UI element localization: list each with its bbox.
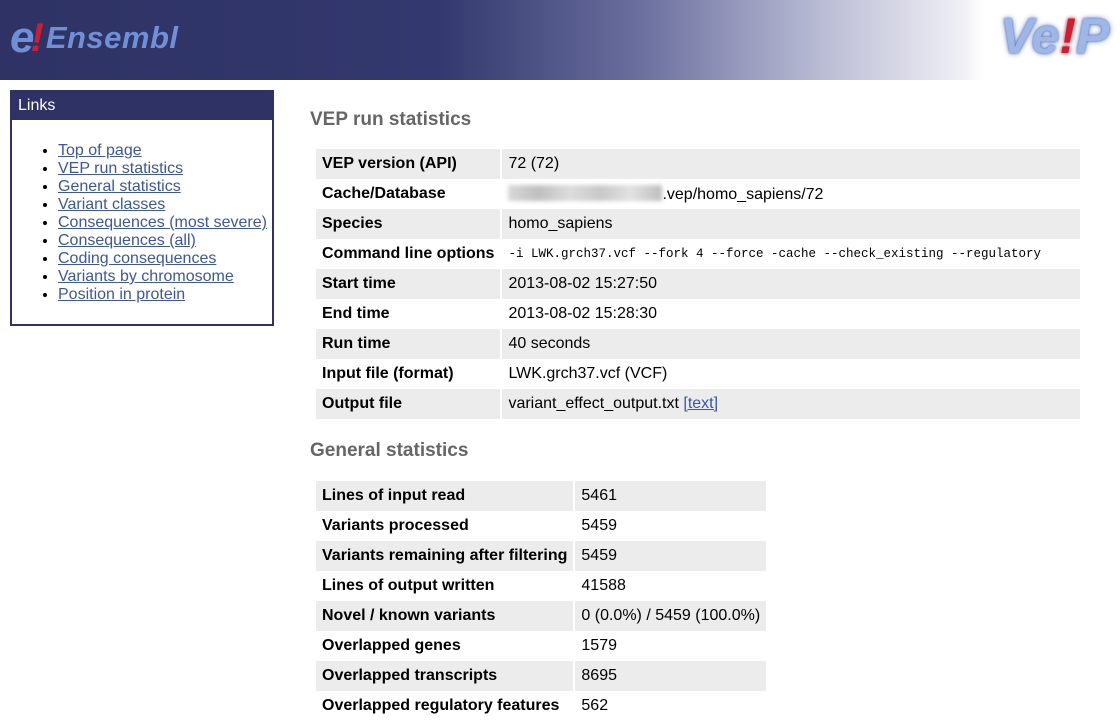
table-row: Overlapped transcripts 8695 [316, 661, 767, 691]
link-top-of-page[interactable]: Top of page [58, 142, 142, 159]
table-row: Variants remaining after filtering 5459 [316, 541, 767, 571]
link-vep-run-statistics[interactable]: VEP run statistics [58, 160, 183, 177]
link-consequences-all[interactable]: Consequences (all) [58, 232, 196, 249]
general-statistics-table: Lines of input read 5461 Variants proces… [316, 481, 767, 721]
row-key: Variants processed [316, 511, 576, 541]
row-key: Novel / known variants [316, 601, 576, 631]
row-value: 2013-08-02 15:27:50 [502, 269, 1080, 299]
table-row: Input file (format) LWK.grch37.vcf (VCF) [316, 359, 1080, 389]
row-key: Start time [316, 269, 503, 299]
row-key: Output file [316, 389, 503, 419]
logo-wordmark: Ensembl [45, 20, 179, 55]
vep-logo-prefix: Ve [1000, 8, 1060, 64]
row-value: 2013-08-02 15:28:30 [508, 305, 658, 322]
row-key: Overlapped genes [316, 631, 576, 661]
redacted-path [508, 184, 663, 201]
link-consequences-most-severe[interactable]: Consequences (most severe) [58, 214, 267, 231]
vep-logo: Ve!P [1000, 6, 1109, 68]
link-position-in-protein[interactable]: Position in protein [58, 286, 185, 303]
row-key: Species [316, 209, 503, 239]
row-key: Overlapped regulatory features [316, 691, 576, 721]
row-key: End time [316, 299, 503, 329]
table-row: VEP version (API) 72 (72) [316, 149, 1080, 179]
list-item: Coding consequences [58, 250, 272, 268]
row-value: 5461 [575, 481, 767, 511]
table-row: End time 2013-08-02 15:28:30 [316, 299, 1080, 329]
table-row: Lines of output written 41588 [316, 571, 766, 601]
row-value: -i LWK.grch37.vcf --fork 4 --force -cach… [508, 247, 1042, 261]
output-text-link[interactable]: [text] [683, 395, 718, 412]
row-value: 5459 [575, 541, 767, 571]
table-row: Variants processed 5459 [316, 511, 766, 541]
link-variants-by-chromosome[interactable]: Variants by chromosome [58, 268, 234, 285]
table-row: Start time 2013-08-02 15:27:50 [316, 269, 1080, 299]
row-value: 1579 [581, 637, 617, 654]
row-value: LWK.grch37.vcf (VCF) [508, 365, 668, 382]
list-item: Variants by chromosome [58, 268, 272, 286]
row-key: Variants remaining after filtering [316, 541, 576, 571]
row-key: Run time [316, 329, 503, 359]
ensembl-logo[interactable]: e! Ensembl [10, 8, 179, 61]
vep-logo-bang: ! [1059, 8, 1076, 64]
row-value: 5459 [581, 517, 617, 534]
table-row: Cache/Database .vep/homo_sapiens/72 [316, 179, 1080, 209]
table-row: Overlapped regulatory features 562 [316, 691, 766, 721]
row-key: Cache/Database [316, 179, 503, 209]
table-row: Lines of input read 5461 [316, 481, 767, 511]
links-list: Top of page VEP run statistics General s… [12, 142, 272, 304]
list-item: VEP run statistics [58, 160, 272, 178]
table-row: Novel / known variants 0 (0.0%) / 5459 (… [316, 601, 767, 631]
table-row: Command line options -i LWK.grch37.vcf -… [316, 239, 1080, 269]
row-key: VEP version (API) [316, 149, 503, 179]
row-value: 0 (0.0%) / 5459 (100.0%) [575, 601, 767, 631]
row-value: 8695 [575, 661, 767, 691]
row-value: 562 [581, 697, 609, 714]
vep-run-statistics-table: VEP version (API) 72 (72) Cache/Database… [316, 149, 1080, 419]
row-key: Input file (format) [316, 359, 503, 389]
header-banner: e! Ensembl Ve!P [0, 0, 1120, 80]
list-item: Consequences (most severe) [58, 214, 272, 232]
row-key: Lines of input read [316, 481, 576, 511]
row-value: 41588 [581, 577, 626, 594]
table-row: Overlapped genes 1579 [316, 631, 766, 661]
vep-logo-suffix: P [1075, 8, 1110, 64]
row-value: 72 (72) [502, 149, 1080, 179]
list-item: General statistics [58, 178, 272, 196]
row-key: Command line options [316, 239, 503, 269]
output-file-name: variant_effect_output.txt [508, 395, 679, 412]
logo-bang: ! [30, 16, 44, 60]
vep-run-statistics-heading: VEP run statistics [310, 109, 472, 130]
row-key: Overlapped transcripts [316, 661, 576, 691]
list-item: Consequences (all) [58, 232, 272, 250]
link-general-statistics[interactable]: General statistics [58, 178, 181, 195]
cache-path: .vep/homo_sapiens/72 [662, 185, 824, 203]
general-statistics-heading: General statistics [310, 440, 469, 461]
list-item: Position in protein [58, 286, 272, 304]
links-panel-title: Links [12, 92, 272, 120]
link-variant-classes[interactable]: Variant classes [58, 196, 165, 213]
row-value: .vep/homo_sapiens/72 [502, 179, 1080, 209]
row-value: variant_effect_output.txt [text] [502, 389, 1080, 419]
links-panel: Links Top of page VEP run statistics Gen… [10, 90, 274, 326]
table-row: Output file variant_effect_output.txt [t… [316, 389, 1080, 419]
table-row: Run time 40 seconds [316, 329, 1080, 359]
list-item: Top of page [58, 142, 272, 160]
row-key: Lines of output written [316, 571, 576, 601]
list-item: Variant classes [58, 196, 272, 214]
table-row: Species homo_sapiens [316, 209, 1080, 239]
row-value: homo_sapiens [502, 209, 1080, 239]
row-value: 40 seconds [502, 329, 1080, 359]
link-coding-consequences[interactable]: Coding consequences [58, 250, 216, 267]
